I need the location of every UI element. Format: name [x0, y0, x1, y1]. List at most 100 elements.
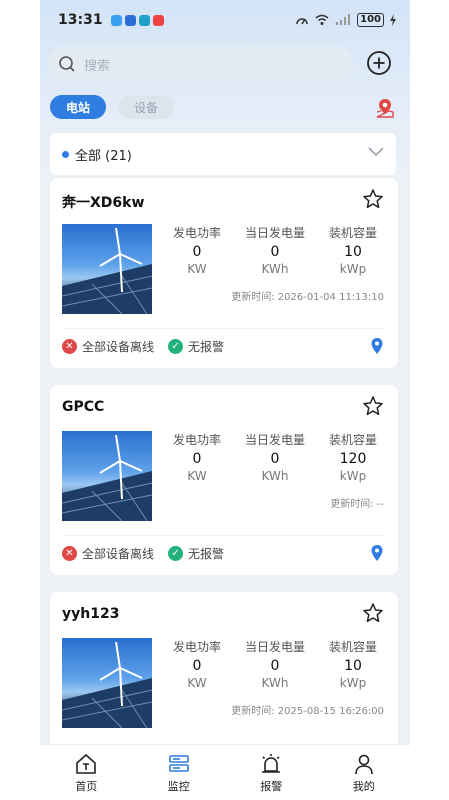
metric-label: 当日发电量 — [244, 226, 305, 240]
search-placeholder: 搜索 — [84, 58, 111, 74]
station-card[interactable]: 奔一XD6kw 发电功率 0 KW 当日发电量 0 KWh 装机容量 10 kW… — [50, 178, 398, 368]
updated-time: 更新时间: 2025-08-15 16:26:00 — [231, 706, 384, 717]
metric-unit: KWh — [261, 469, 289, 483]
metric-label: 发电功率 — [172, 226, 221, 240]
metric-today-energy: 当日发电量 0 KWh — [236, 431, 314, 483]
map-view-icon[interactable] — [374, 97, 396, 119]
shield-notification-icon — [124, 14, 136, 26]
nav-home[interactable]: 首页 — [40, 745, 133, 800]
metric-value: 0 — [270, 244, 280, 260]
metric-unit: KWh — [261, 676, 289, 690]
nav-label: 报警 — [260, 780, 283, 793]
add-icon[interactable] — [366, 50, 392, 76]
divider — [62, 328, 386, 329]
metric-label: 当日发电量 — [244, 640, 305, 654]
nav-monitor[interactable]: 监控 — [133, 745, 226, 800]
bottom-nav: 首页 监控 报警 我的 — [40, 744, 410, 800]
filter-dot — [62, 150, 69, 158]
metric-value: 10 — [344, 244, 362, 260]
metric-unit: KW — [187, 262, 207, 276]
signal-icon — [336, 14, 351, 25]
wind-turbine-image — [62, 641, 152, 728]
wind-turbine-image — [62, 227, 152, 314]
search-notification-icon — [138, 14, 150, 26]
metric-label: 发电功率 — [172, 433, 221, 447]
offline-icon: ✕ — [62, 339, 77, 354]
metric-value: 0 — [192, 244, 202, 260]
metric-label: 发电功率 — [172, 640, 221, 654]
metric-label: 当日发电量 — [244, 433, 305, 447]
station-name: yyh123 — [62, 606, 120, 622]
metric-label: 装机容量 — [328, 226, 377, 240]
metric-power: 发电功率 0 KW — [158, 224, 236, 276]
station-card[interactable]: yyh123 发电功率 0 KW 当日发电量 0 KWh 装机容量 10 kWp… — [50, 592, 398, 762]
favorite-star-icon[interactable] — [362, 602, 384, 624]
check-icon: ✓ — [168, 546, 184, 561]
mail-notification-icon — [152, 14, 164, 26]
search-bar[interactable]: 搜索 — [48, 46, 354, 82]
wifi-icon — [315, 14, 329, 25]
wind-turbine-image — [62, 434, 152, 521]
status-time: 13:31 — [58, 12, 103, 28]
station-filter-dropdown[interactable]: 全部 (21) — [50, 133, 396, 175]
metric-label: 装机容量 — [328, 640, 377, 654]
divider — [62, 535, 386, 536]
favorite-star-icon[interactable] — [362, 395, 384, 417]
tab-device[interactable]: 设备 — [118, 95, 174, 119]
device-status: 全部设备离线 — [82, 340, 155, 354]
view-tabs: 电站 设备 — [50, 95, 174, 119]
station-status-row: ✕ 全部设备离线 ✓ 无报警 — [62, 545, 224, 562]
station-status-row: ✕ 全部设备离线 ✓ 无报警 — [62, 338, 224, 355]
metric-capacity: 装机容量 10 kWp — [314, 224, 392, 276]
metric-value: 0 — [192, 451, 202, 467]
updated-time: 更新时间: 2026-01-04 11:13:10 — [231, 292, 384, 303]
metric-unit: KW — [187, 676, 207, 690]
nav-label: 我的 — [352, 780, 375, 793]
metric-unit: KWh — [261, 262, 289, 276]
station-photo — [62, 638, 152, 728]
metric-today-energy: 当日发电量 0 KWh — [236, 224, 314, 276]
station-metrics: 发电功率 0 KW 当日发电量 0 KWh 装机容量 10 kWp — [158, 224, 392, 276]
status-bar: 13:31 100 — [40, 8, 410, 32]
metric-capacity: 装机容量 10 kWp — [314, 638, 392, 690]
check-icon: ✓ — [168, 339, 184, 354]
search-icon — [59, 56, 75, 72]
alarm-icon — [262, 754, 281, 773]
charging-icon — [390, 14, 396, 26]
metric-value: 120 — [339, 451, 367, 467]
location-pin-icon[interactable] — [370, 544, 384, 562]
tab-station[interactable]: 电站 — [50, 95, 106, 119]
station-name: 奔一XD6kw — [62, 195, 145, 211]
home-icon — [76, 754, 97, 774]
offline-icon: ✕ — [62, 546, 77, 561]
updated-time: 更新时间: -- — [330, 499, 384, 510]
nav-alarm[interactable]: 报警 — [225, 745, 318, 800]
location-pin-icon[interactable] — [370, 337, 384, 355]
user-icon — [354, 754, 373, 775]
monitor-icon — [168, 755, 189, 772]
nav-label: 监控 — [167, 780, 190, 793]
alarm-status: 无报警 — [188, 547, 225, 561]
metric-value: 0 — [192, 658, 202, 674]
metric-label: 装机容量 — [328, 433, 377, 447]
app-screen: 13:31 100 搜索 电站 设备 全部 (21) 奔一XD6kw 发电功率 … — [40, 0, 410, 800]
speed-icon — [296, 18, 308, 25]
alarm-status: 无报警 — [188, 340, 225, 354]
metric-unit: kWp — [339, 262, 367, 276]
station-metrics: 发电功率 0 KW 当日发电量 0 KWh 装机容量 10 kWp — [158, 638, 392, 690]
favorite-star-icon[interactable] — [362, 188, 384, 210]
metric-value: 0 — [270, 451, 280, 467]
metric-unit: KW — [187, 469, 207, 483]
station-name: GPCC — [62, 399, 105, 415]
station-photo — [62, 431, 152, 521]
metric-unit: kWp — [339, 676, 367, 690]
filter-label: 全部 (21) — [75, 148, 132, 164]
system-indicators: 100 — [295, 13, 396, 27]
station-card[interactable]: GPCC 发电功率 0 KW 当日发电量 0 KWh 装机容量 120 kWp … — [50, 385, 398, 575]
metric-value: 10 — [344, 658, 362, 674]
nav-profile[interactable]: 我的 — [318, 745, 411, 800]
metric-value: 0 — [270, 658, 280, 674]
nav-label: 首页 — [75, 780, 98, 793]
chevron-down-icon — [368, 147, 384, 157]
metric-today-energy: 当日发电量 0 KWh — [236, 638, 314, 690]
